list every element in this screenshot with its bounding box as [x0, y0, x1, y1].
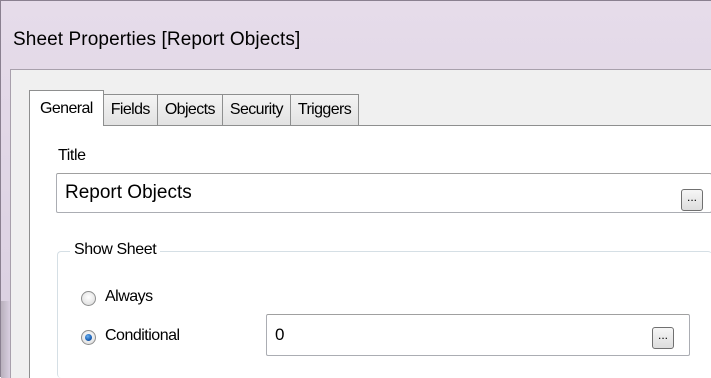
title-field[interactable]: Report Objects [56, 173, 711, 213]
tab-strip: General Fields Objects Security Triggers [29, 89, 360, 126]
window-left-edge [1, 301, 10, 378]
tab-general[interactable]: General [29, 90, 104, 126]
show-sheet-legend: Show Sheet [70, 241, 161, 259]
conditional-expression-field[interactable]: 0 [266, 314, 690, 356]
tab-security[interactable]: Security [221, 94, 291, 125]
title-label: Title [58, 147, 86, 164]
always-label[interactable]: Always [105, 288, 153, 306]
tab-fields[interactable]: Fields [102, 94, 158, 125]
title-ellipsis-button[interactable]: ... [681, 189, 703, 211]
conditional-radio[interactable] [81, 330, 96, 345]
always-radio[interactable] [81, 291, 96, 306]
dialog-title-bar[interactable]: Sheet Properties [Report Objects] [1, 1, 711, 69]
title-field-value: Report Objects [65, 182, 192, 203]
conditional-ellipsis-button[interactable]: ... [652, 327, 674, 349]
sheet-properties-dialog: Sheet Properties [Report Objects] Genera… [0, 0, 711, 378]
tab-objects[interactable]: Objects [156, 94, 223, 125]
tab-triggers[interactable]: Triggers [289, 94, 360, 125]
conditional-label[interactable]: Conditional [105, 327, 180, 345]
dialog-title: Sheet Properties [Report Objects] [13, 29, 301, 50]
conditional-expression-value: 0 [275, 325, 285, 344]
